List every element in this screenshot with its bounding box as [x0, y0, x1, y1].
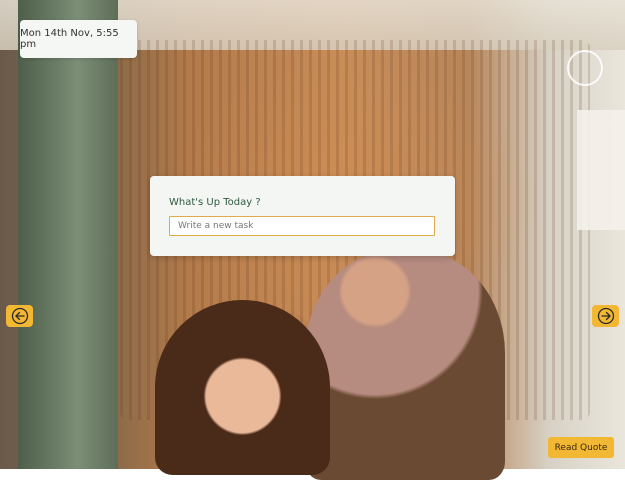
read-quote-button[interactable]: Read Quote	[548, 437, 614, 458]
background-window	[577, 110, 625, 230]
background-pillar	[18, 0, 118, 469]
previous-button[interactable]	[6, 305, 33, 327]
background-person-right	[305, 250, 505, 480]
datetime-card: Mon 14th Nov, 5:55 pm	[20, 20, 137, 58]
task-title: What's Up Today ?	[169, 197, 261, 208]
background-person-left	[155, 300, 330, 475]
circle-ring-icon	[567, 50, 603, 86]
arrow-right-circle-icon	[597, 307, 614, 325]
next-button[interactable]	[592, 305, 619, 327]
datetime-text: Mon 14th Nov, 5:55 pm	[20, 28, 119, 50]
new-task-input[interactable]	[169, 216, 435, 236]
arrow-left-circle-icon	[11, 307, 28, 325]
task-card: What's Up Today ?	[150, 176, 455, 256]
